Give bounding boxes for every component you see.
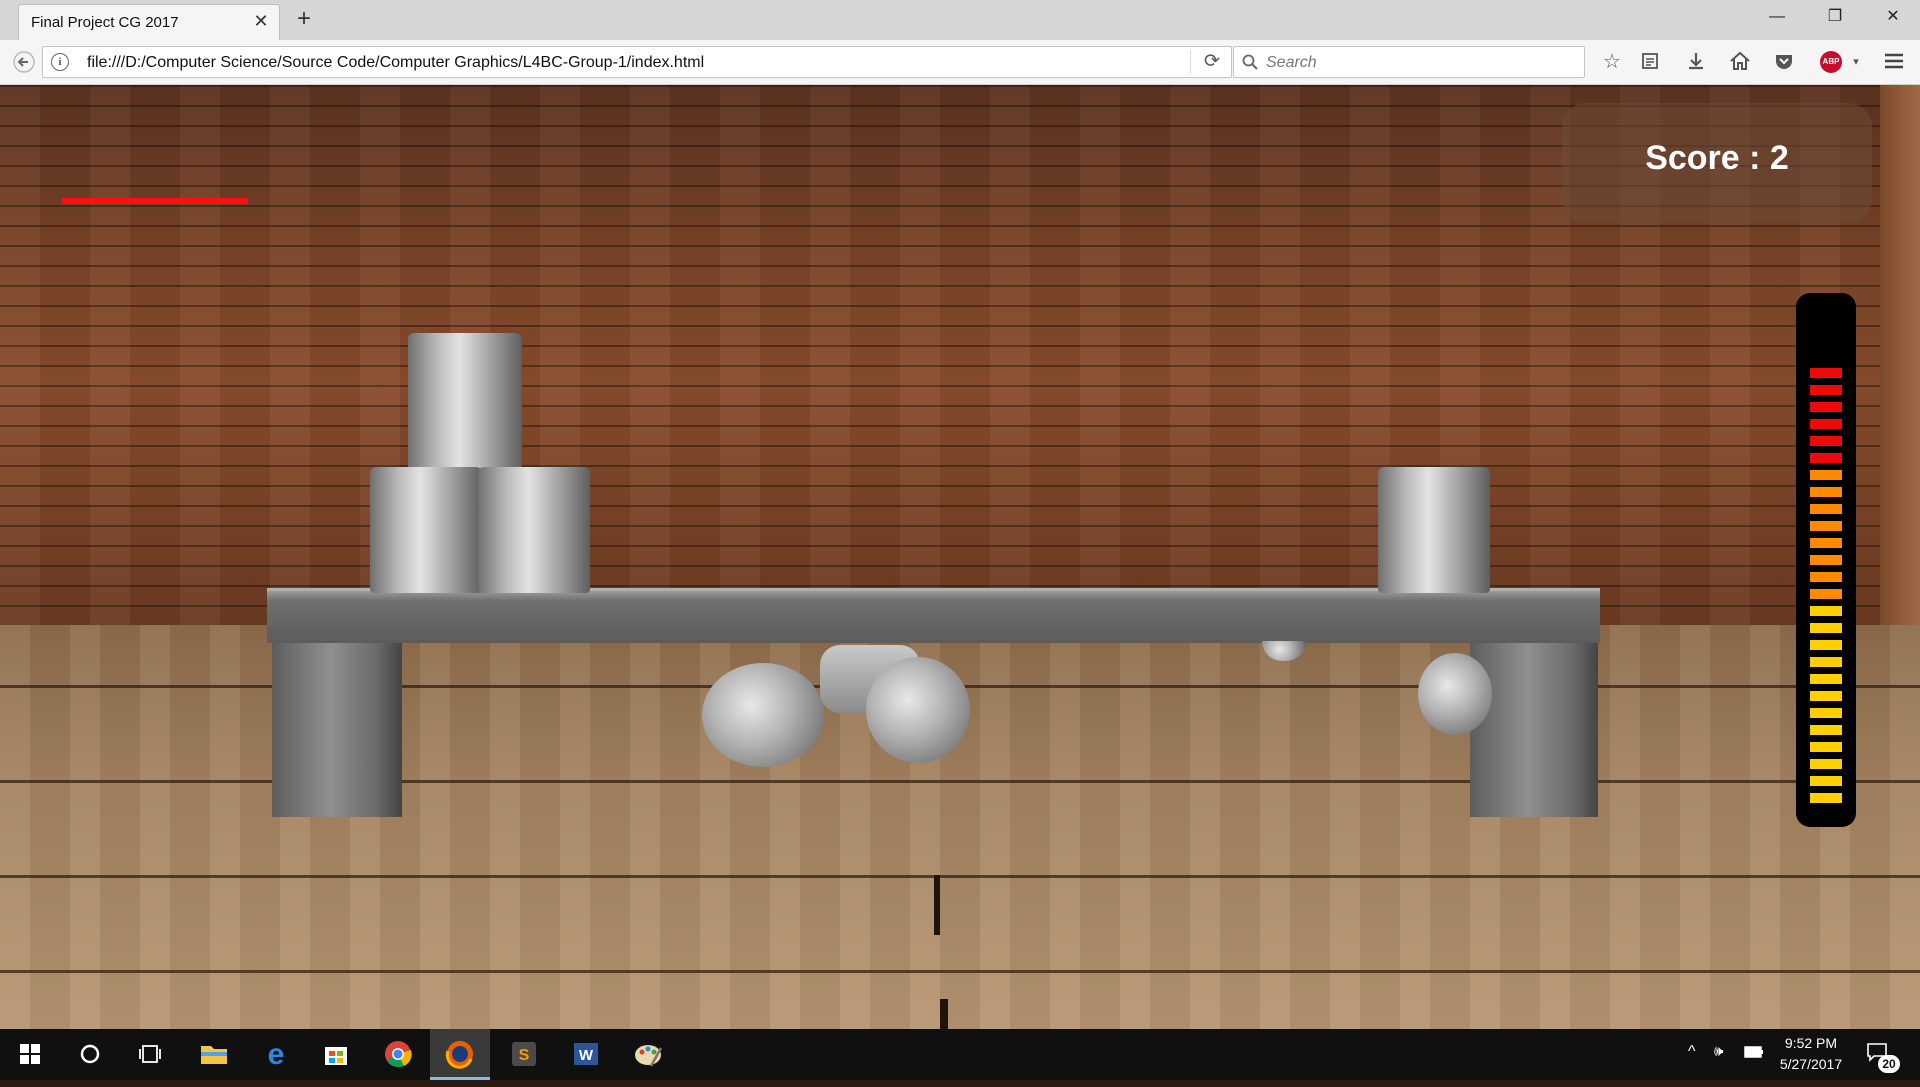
power-meter-segment	[1810, 589, 1842, 599]
svg-text:S: S	[519, 1047, 530, 1064]
bench-leg-left	[272, 637, 402, 817]
power-meter-segment	[1810, 708, 1842, 718]
navigation-bar: i file:///D:/Computer Science/Source Cod…	[0, 40, 1920, 85]
edge-icon[interactable]: e	[246, 1029, 306, 1080]
power-meter-segment	[1810, 572, 1842, 582]
url-bar[interactable]: i file:///D:/Computer Science/Source Cod…	[42, 46, 1232, 78]
floor-seam	[934, 875, 940, 935]
power-meter-segment	[1810, 674, 1842, 684]
can-bottom-right	[478, 467, 590, 593]
floor-seam	[940, 999, 948, 1029]
power-meter-segment	[1810, 504, 1842, 514]
power-meter-segment	[1810, 742, 1842, 752]
power-meter-segment	[1810, 402, 1842, 412]
paint-icon[interactable]	[618, 1029, 678, 1080]
taskbar: e S W ^ 🕪 9:52 PM 5/27/2017 20	[0, 1029, 1920, 1080]
show-hidden-icons-icon[interactable]: ^	[1688, 1043, 1696, 1061]
power-meter-segment	[1810, 725, 1842, 735]
tab-active[interactable]: Final Project CG 2017 ✕	[18, 4, 280, 40]
score-text: Score : 2	[1645, 139, 1789, 177]
file-explorer-icon[interactable]	[184, 1029, 244, 1080]
chevron-down-icon[interactable]: ▾	[1844, 51, 1868, 73]
wall-corner	[1880, 85, 1920, 630]
back-arrow-icon[interactable]	[12, 51, 36, 73]
power-meter-segment	[1810, 691, 1842, 701]
bench-top	[267, 588, 1600, 643]
power-meter-segment	[1810, 436, 1842, 446]
fallen-can	[702, 663, 824, 767]
menu-icon[interactable]	[1882, 51, 1906, 73]
home-icon[interactable]	[1728, 51, 1752, 73]
tab-title: Final Project CG 2017	[31, 14, 179, 31]
minimize-button[interactable]: —	[1754, 0, 1800, 36]
firefox-icon[interactable]	[430, 1029, 490, 1080]
reload-icon[interactable]: ⟳	[1190, 50, 1223, 74]
power-meter-segment	[1810, 385, 1842, 395]
sublime-text-icon[interactable]: S	[494, 1029, 554, 1080]
windows-start-icon[interactable]	[0, 1029, 60, 1080]
tab-strip: Final Project CG 2017 ✕ + — ❐ ✕	[0, 0, 1920, 40]
power-meter-segment	[1810, 623, 1842, 633]
power-meter-segment	[1810, 606, 1842, 616]
can-right	[1378, 467, 1490, 593]
power-meter-segment	[1810, 521, 1842, 531]
game-canvas[interactable]: Score : 2	[0, 85, 1920, 1029]
can-bottom-left	[370, 467, 482, 593]
close-window-button[interactable]: ✕	[1870, 0, 1916, 36]
cortana-icon[interactable]	[60, 1029, 120, 1080]
bench-leg-right	[1470, 637, 1598, 817]
can-top	[408, 333, 522, 473]
power-meter-segment	[1810, 453, 1842, 463]
adblock-plus-icon[interactable]: ABP	[1820, 51, 1842, 73]
new-tab-button[interactable]: +	[292, 6, 316, 32]
tab-close-icon[interactable]: ✕	[251, 11, 271, 31]
pocket-icon[interactable]	[1772, 51, 1796, 73]
power-meter-segment	[1810, 419, 1842, 429]
search-placeholder: Search	[1266, 54, 1317, 71]
power-meter-segment	[1810, 657, 1842, 667]
clock-time[interactable]: 9:52 PM	[1776, 1035, 1846, 1051]
power-meter-segment	[1810, 793, 1842, 803]
power-meter-segment	[1810, 487, 1842, 497]
chrome-icon[interactable]	[368, 1029, 428, 1080]
site-info-icon[interactable]: i	[51, 53, 69, 71]
clock-date[interactable]: 5/27/2017	[1772, 1056, 1850, 1072]
power-meter	[1796, 293, 1856, 827]
reading-list-icon[interactable]	[1638, 51, 1662, 73]
notification-badge: 20	[1878, 1055, 1900, 1073]
store-icon[interactable]	[306, 1029, 366, 1080]
power-meter-segment	[1810, 759, 1842, 769]
url-text[interactable]: file:///D:/Computer Science/Source Code/…	[87, 54, 704, 72]
fallen-can	[1418, 653, 1492, 735]
volume-icon[interactable]: 🕪	[1714, 1043, 1723, 1060]
power-meter-segment	[1810, 368, 1842, 378]
power-meter-segment	[1810, 538, 1842, 548]
fallen-can	[866, 657, 970, 763]
word-icon[interactable]: W	[556, 1029, 616, 1080]
battery-icon[interactable]	[1744, 1045, 1764, 1061]
bookmark-star-icon[interactable]: ☆	[1600, 51, 1624, 73]
search-input[interactable]: Search	[1233, 46, 1585, 78]
power-meter-segment	[1810, 555, 1842, 565]
restore-button[interactable]: ❐	[1812, 0, 1858, 36]
task-view-icon[interactable]	[120, 1029, 180, 1080]
power-meter-segment	[1810, 640, 1842, 650]
download-icon[interactable]	[1684, 51, 1708, 73]
svg-text:W: W	[579, 1047, 594, 1064]
power-meter-segment	[1810, 776, 1842, 786]
throw-indicator-bar	[62, 198, 248, 204]
power-meter-segment	[1810, 470, 1842, 480]
score-panel: Score : 2	[1562, 103, 1872, 223]
search-icon	[1242, 54, 1258, 70]
